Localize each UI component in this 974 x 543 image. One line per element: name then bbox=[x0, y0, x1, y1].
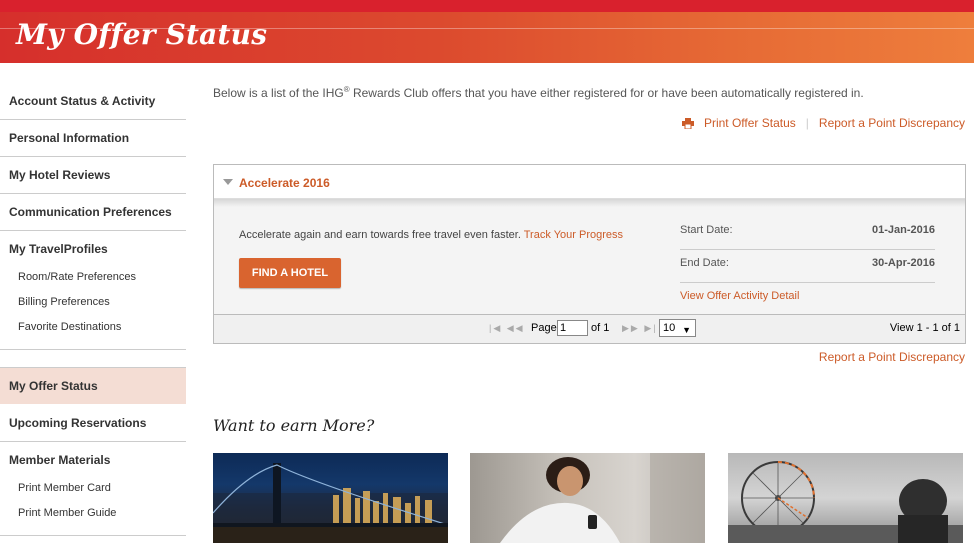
start-date-row: Start Date: 01-Jan-2016 bbox=[680, 217, 935, 250]
promo-image-city-bridge[interactable] bbox=[213, 453, 448, 543]
offer-header-shadow bbox=[214, 199, 965, 207]
view-activity-detail-link[interactable]: View Offer Activity Detail bbox=[680, 290, 799, 302]
track-progress-link[interactable]: Track Your Progress bbox=[524, 229, 623, 241]
sidebar-item-upcoming-reservations[interactable]: Upcoming Reservations bbox=[0, 405, 186, 442]
sidebar-item-travel-profiles[interactable]: My TravelProfiles bbox=[0, 231, 186, 266]
sidebar-subitem-print-card[interactable]: Print Member Card bbox=[0, 477, 186, 502]
end-date-label: End Date: bbox=[680, 257, 729, 269]
sidebar-group-travel-profiles: My TravelProfiles Room/Rate Preferences … bbox=[0, 231, 186, 350]
sidebar-subitem-favorite-destinations[interactable]: Favorite Destinations bbox=[0, 316, 186, 341]
printer-icon[interactable] bbox=[681, 117, 694, 129]
earn-more-heading: Want to earn More? bbox=[213, 416, 375, 435]
chevron-down-icon: ▼ bbox=[682, 325, 691, 335]
end-date-row: End Date: 30-Apr-2016 bbox=[680, 250, 935, 283]
offer-name: Accelerate 2016 bbox=[239, 176, 330, 190]
link-separator: | bbox=[805, 116, 809, 130]
sidebar-nav: Account Status & Activity Personal Infor… bbox=[0, 83, 186, 536]
collapse-triangle-icon[interactable] bbox=[223, 179, 233, 185]
view-count: View 1 - 1 of 1 bbox=[889, 322, 960, 334]
sidebar-item-account-status[interactable]: Account Status & Activity bbox=[0, 83, 186, 120]
first-prev-page-icon[interactable]: |◀ ◀◀ bbox=[489, 323, 525, 334]
promo-image-london-eye[interactable] bbox=[728, 453, 963, 543]
next-last-page-icon[interactable]: ▶▶ ▶| bbox=[622, 323, 658, 334]
rows-per-page-select[interactable]: 10 ▼ bbox=[659, 319, 696, 337]
print-offer-status-link[interactable]: Print Offer Status bbox=[704, 116, 796, 130]
page-label: Page bbox=[531, 322, 557, 334]
sidebar-subitem-print-guide[interactable]: Print Member Guide bbox=[0, 502, 186, 527]
intro-text-end: Rewards Club offers that you have either… bbox=[349, 86, 864, 100]
offer-description-text: Accelerate again and earn towards free t… bbox=[239, 229, 521, 241]
page-total-label: of 1 bbox=[591, 322, 610, 334]
sidebar-subitem-room-rate[interactable]: Room/Rate Preferences bbox=[0, 266, 186, 291]
offer-header[interactable]: Accelerate 2016 bbox=[214, 165, 965, 199]
offer-panel: Accelerate 2016 Accelerate again and ear… bbox=[213, 164, 966, 344]
sidebar-divider bbox=[0, 350, 186, 368]
end-date-value: 30-Apr-2016 bbox=[872, 257, 935, 269]
sidebar-group-member-materials: Member Materials Print Member Card Print… bbox=[0, 442, 186, 536]
promo-image-woman-phone[interactable] bbox=[470, 453, 705, 543]
offer-description: Accelerate again and earn towards free t… bbox=[239, 229, 623, 241]
start-date-label: Start Date: bbox=[680, 224, 733, 236]
report-discrepancy-link-bottom[interactable]: Report a Point Discrepancy bbox=[819, 350, 965, 364]
sidebar-item-communication-preferences[interactable]: Communication Preferences bbox=[0, 194, 186, 231]
report-discrepancy-link[interactable]: Report a Point Discrepancy bbox=[819, 116, 965, 130]
pagination-bar: |◀ ◀◀ Page 1 of 1 ▶▶ ▶| 10 ▼ View 1 - 1 … bbox=[214, 314, 965, 343]
sidebar-item-offer-status[interactable]: My Offer Status bbox=[0, 368, 186, 405]
page-number-input[interactable]: 1 bbox=[557, 320, 588, 336]
offer-dates: Start Date: 01-Jan-2016 End Date: 30-Apr… bbox=[680, 217, 935, 302]
intro-text-start: Below is a list of the IHG bbox=[213, 86, 344, 100]
rows-per-page-value: 10 bbox=[663, 322, 676, 334]
action-links: Print Offer Status | Report a Point Disc… bbox=[681, 116, 965, 130]
sidebar-subitem-billing[interactable]: Billing Preferences bbox=[0, 291, 186, 316]
start-date-value: 01-Jan-2016 bbox=[872, 224, 935, 236]
top-strip bbox=[0, 0, 974, 12]
sidebar-item-personal-information[interactable]: Personal Information bbox=[0, 120, 186, 157]
find-hotel-button[interactable]: FIND A HOTEL bbox=[239, 258, 341, 288]
page-title: My Offer Status bbox=[16, 18, 268, 51]
sidebar-item-hotel-reviews[interactable]: My Hotel Reviews bbox=[0, 157, 186, 194]
intro-text: Below is a list of the IHG® Rewards Club… bbox=[213, 85, 864, 100]
sidebar-item-member-materials[interactable]: Member Materials bbox=[0, 442, 186, 477]
